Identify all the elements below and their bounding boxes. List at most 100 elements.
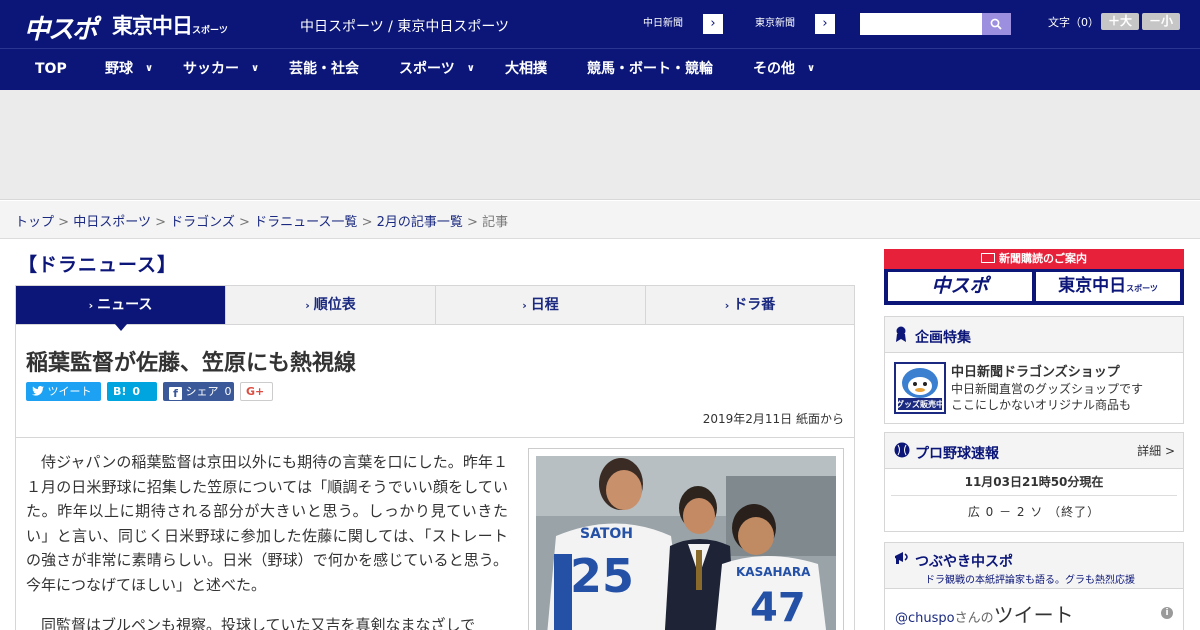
tokyo-logo-text: 東京中日 [112, 14, 193, 38]
shop-description: 中日新聞直営のグッズショップです ここにしかないオリジナル商品も [951, 381, 1143, 413]
article-photo-frame: SATOH 25 KASAHARA 47 [528, 448, 844, 630]
breadcrumb: トップ > 中日スポーツ > ドラゴンズ > ドラニュース一覧 > 2月の記事一… [15, 211, 508, 230]
chevron-down-icon: ∨ [466, 63, 475, 74]
nav-item-entertainment[interactable]: 芸能・社会 [289, 49, 359, 90]
score-detail-link[interactable]: 詳細 > [1137, 442, 1175, 459]
jersey-right-name: KASAHARA [736, 565, 811, 579]
tweet-box-subtitle: ドラ観戦の本紙評論家も語る。グラも熱烈応援 [925, 575, 1135, 586]
chevron-right-icon: › [88, 299, 94, 312]
info-icon[interactable]: i [1161, 607, 1173, 619]
subscribe-tokyo-logo[interactable]: 東京中日スポーツ [1036, 272, 1180, 301]
article-body: 侍ジャパンの稲葉監督は京田以外にも期待の言葉を口にした。昨年１１月の日米野球に招… [26, 450, 508, 630]
nav-item-sports[interactable]: スポーツ ∨ [399, 49, 475, 90]
breadcrumb-item[interactable]: ドラゴンズ [170, 215, 235, 230]
search-input[interactable] [860, 13, 982, 35]
tokyo-shimbun-label: 東京新聞 [735, 14, 815, 34]
tab-label: 順位表 [313, 297, 356, 313]
nav-item-top[interactable]: TOP [35, 49, 67, 90]
ad-banner-area [0, 90, 1200, 200]
shop-desc-line: 中日新聞直営のグッズショップです [951, 382, 1144, 396]
nav-item-racing[interactable]: 競馬・ボート・競輪 [587, 49, 713, 90]
site-name[interactable]: 中日スポーツ / 東京中日スポーツ [300, 16, 509, 36]
score-box-title: プロ野球速報 [915, 446, 999, 462]
tokyo-chunichi-logo[interactable]: 東京中日スポーツ [112, 10, 228, 40]
facebook-share-button[interactable]: f シェア 0 [163, 382, 234, 401]
font-larger-button[interactable]: ＋大 [1101, 13, 1139, 30]
section-title: 【ドラニュース】 [18, 254, 178, 276]
chevron-right-icon: › [522, 299, 527, 312]
ribbon-icon [896, 326, 906, 342]
tokyo-shimbun-link[interactable]: 東京新聞 › [734, 13, 836, 35]
font-smaller-button[interactable]: －小 [1142, 13, 1180, 30]
score-divider [891, 495, 1177, 496]
nav-label: 芸能・社会 [289, 61, 359, 77]
breadcrumb-separator: > [155, 215, 166, 230]
baseball-icon [894, 442, 910, 458]
newspaper-icon [981, 253, 995, 263]
dragons-shop-logo[interactable]: グッズ販売中 [894, 362, 946, 414]
tab-dora-ban[interactable]: › ドラ番 [646, 286, 854, 324]
chevron-down-icon: ∨ [251, 63, 260, 74]
twitter-user[interactable]: @chuspoさんのツイート [895, 599, 1074, 628]
subscription-banner-head: 新聞購読のご案内 [884, 249, 1184, 269]
nav-item-soccer[interactable]: サッカー ∨ [183, 49, 259, 90]
dragons-mascot-icon: グッズ販売中 [896, 368, 944, 410]
main-nav: TOP 野球 ∨ サッカー ∨ 芸能・社会 スポーツ ∨ 大相撲 競馬・ボート・競輪 … [0, 48, 1200, 90]
shop-title[interactable]: 中日新聞ドラゴンズショップ [951, 361, 1120, 380]
tweet-label: ツイート [993, 603, 1074, 627]
chevron-down-icon: ∨ [145, 63, 154, 74]
facebook-share-label: シェア [185, 385, 219, 398]
article-photo[interactable]: SATOH 25 KASAHARA 47 [536, 456, 836, 630]
twitter-bird-icon [32, 386, 44, 396]
google-plus-button[interactable]: G+ [240, 382, 273, 401]
hatena-icon: B! [113, 385, 127, 398]
search-icon [990, 18, 1002, 30]
nav-item-other[interactable]: その他 ∨ [753, 49, 815, 90]
tab-schedule[interactable]: › 日程 [436, 286, 646, 324]
tweet-button[interactable]: ツイート [26, 382, 101, 401]
shop-desc-line: ここにしかないオリジナル商品も [951, 398, 1132, 412]
score-timestamp: 11月03日21時50分現在 [964, 475, 1104, 489]
tab-label: 日程 [530, 297, 559, 313]
twitter-handle[interactable]: @chuspo [895, 611, 955, 626]
hatena-count: 0 [132, 385, 141, 398]
breadcrumb-item[interactable]: トップ [15, 215, 54, 230]
facebook-icon: f [169, 387, 182, 400]
breadcrumb-separator: > [239, 215, 250, 230]
nav-label: 野球 [105, 61, 133, 77]
subscribe-chuspo-logo[interactable]: 中スポ [888, 272, 1032, 301]
subscription-banner-title: 新聞購読のご案内 [999, 252, 1087, 265]
score-game[interactable]: 広 0 － 2 ソ （終了） [885, 503, 1183, 520]
article-divider [16, 437, 854, 438]
chevron-down-icon: ∨ [807, 63, 816, 74]
facebook-count: 0 [224, 385, 232, 398]
font-size-label: 文字（0） [1048, 16, 1099, 29]
section-tabs: › ニュース › 順位表 › 日程 › ドラ番 [15, 285, 855, 331]
nav-label: TOP [35, 61, 67, 77]
jersey-right-number: 47 [750, 585, 806, 630]
nav-item-baseball[interactable]: 野球 ∨ [105, 49, 153, 90]
breadcrumb-item[interactable]: 2月の記事一覧 [377, 215, 463, 230]
breadcrumb-separator: > [467, 215, 478, 230]
search-button[interactable] [982, 13, 1011, 35]
photo-illustration: SATOH 25 KASAHARA 47 [536, 456, 836, 630]
nav-label: サッカー [183, 61, 239, 77]
chunichi-shimbun-link[interactable]: 中日新聞 › [622, 13, 724, 35]
chuspo-logo[interactable]: 中スポ [24, 9, 98, 46]
breadcrumb-separator: > [361, 215, 373, 230]
breadcrumb-item[interactable]: 中日スポーツ [73, 215, 151, 230]
article-headline: 稲葉監督が佐藤、笠原にも熱視線 [26, 351, 357, 376]
tweet-box-title: つぶやき中スポ [915, 554, 1013, 570]
tab-label: ニュース [97, 297, 153, 313]
tab-news[interactable]: › ニュース [16, 286, 226, 331]
hatena-bookmark-button[interactable]: B! 0 [107, 382, 157, 401]
chevron-right-icon: › [710, 16, 716, 31]
article-date: 2019年2月11日 紙面から [702, 412, 844, 426]
subscription-banner[interactable]: 新聞購読のご案内 中スポ 東京中日スポーツ [884, 249, 1184, 305]
breadcrumb-bar: トップ > 中日スポーツ > ドラゴンズ > ドラニュース一覧 > 2月の記事一… [0, 201, 1200, 239]
tab-standings[interactable]: › 順位表 [226, 286, 436, 324]
breadcrumb-separator: > [58, 215, 70, 230]
breadcrumb-item[interactable]: ドラニュース一覧 [254, 215, 357, 230]
nav-item-sumo[interactable]: 大相撲 [505, 49, 547, 90]
subscribe-tokyo-logo-text: 東京中日 [1058, 276, 1127, 296]
